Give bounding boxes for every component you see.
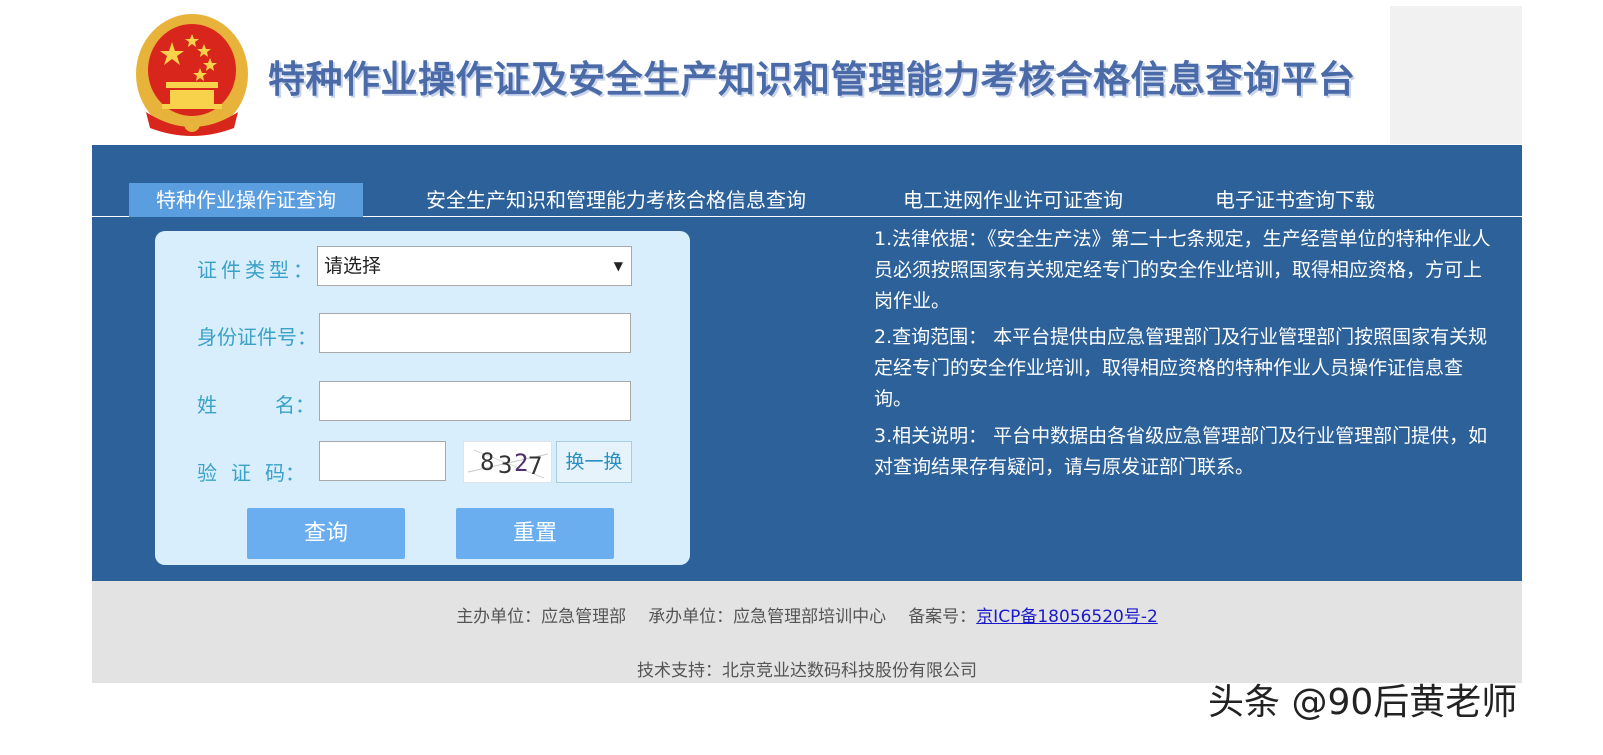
captcha-digit-4: 7 <box>528 452 542 480</box>
dropdown-arrow-icon: ▼ <box>613 259 623 273</box>
header-side-panel <box>1390 6 1522 144</box>
name-input[interactable] <box>319 381 631 421</box>
name-label: 姓 名： <box>197 389 315 418</box>
captcha-label-part3: 码： <box>265 461 305 485</box>
info-notes: 3.相关说明： 平台中数据由各省级应急管理部门及行业管理部门提供，如对查询结果存… <box>874 425 1488 478</box>
captcha-svg: 8 3 2 7 <box>467 448 549 480</box>
footer-host: 主办单位：应急管理部 <box>456 607 627 627</box>
id-number-label: 身份证件号： <box>197 325 317 349</box>
icp-link[interactable]: 京ICP备18056520号-2 <box>976 607 1158 627</box>
site-title: 特种作业操作证及安全生产知识和管理能力考核合格信息查询平台 <box>268 58 1356 101</box>
captcha-label-part1: 验 <box>197 461 217 485</box>
captcha-input[interactable] <box>319 441 446 481</box>
tab-e-cert-download[interactable]: 电子证书查询下载 <box>1215 183 1375 217</box>
captcha-label: 验证码： <box>197 457 305 486</box>
footer-credits: 主办单位：应急管理部 承办单位：应急管理部培训中心 备案号：京ICP备1805652… <box>0 602 1603 627</box>
name-label-part1: 姓 <box>197 393 217 417</box>
watermark: 头条 @90后黄老师 <box>1208 682 1518 723</box>
captcha-image[interactable]: 8 3 2 7 <box>463 441 552 483</box>
tab-electrician-permit[interactable]: 电工进网作业许可证查询 <box>903 183 1123 217</box>
tab-special-operation-cert[interactable]: 特种作业操作证查询 <box>129 183 363 217</box>
id-number-input[interactable] <box>319 313 631 353</box>
name-label-part2: 名： <box>275 393 315 417</box>
captcha-digit-3: 2 <box>514 449 528 477</box>
cert-type-label: 证件类型： <box>197 258 317 282</box>
reset-button[interactable]: 重置 <box>456 508 614 559</box>
cert-type-selected-value: 请选择 <box>324 255 382 277</box>
info-query-scope: 2.查询范围： 本平台提供由应急管理部门及行业管理部门按照国家有关规定经专门的安… <box>874 326 1488 410</box>
captcha-digit-2: 3 <box>498 451 512 479</box>
national-emblem-icon <box>136 14 248 136</box>
tab-safety-knowledge-cert[interactable]: 安全生产知识和管理能力考核合格信息查询 <box>426 183 806 217</box>
info-legal-basis: 1.法律依据：《安全生产法》第二十七条规定，生产经营单位的特种作业人员必须按照国… <box>874 228 1491 312</box>
footer-icp-label: 备案号： <box>908 607 977 627</box>
refresh-captcha-button[interactable]: 换一换 <box>556 441 632 483</box>
footer-organizer: 承办单位：应急管理部培训中心 <box>648 607 887 627</box>
cert-type-select[interactable]: 请选择 ▼ <box>317 246 632 286</box>
captcha-label-part2: 证 <box>231 461 251 485</box>
query-button[interactable]: 查询 <box>247 508 405 559</box>
captcha-digit-1: 8 <box>480 448 494 476</box>
